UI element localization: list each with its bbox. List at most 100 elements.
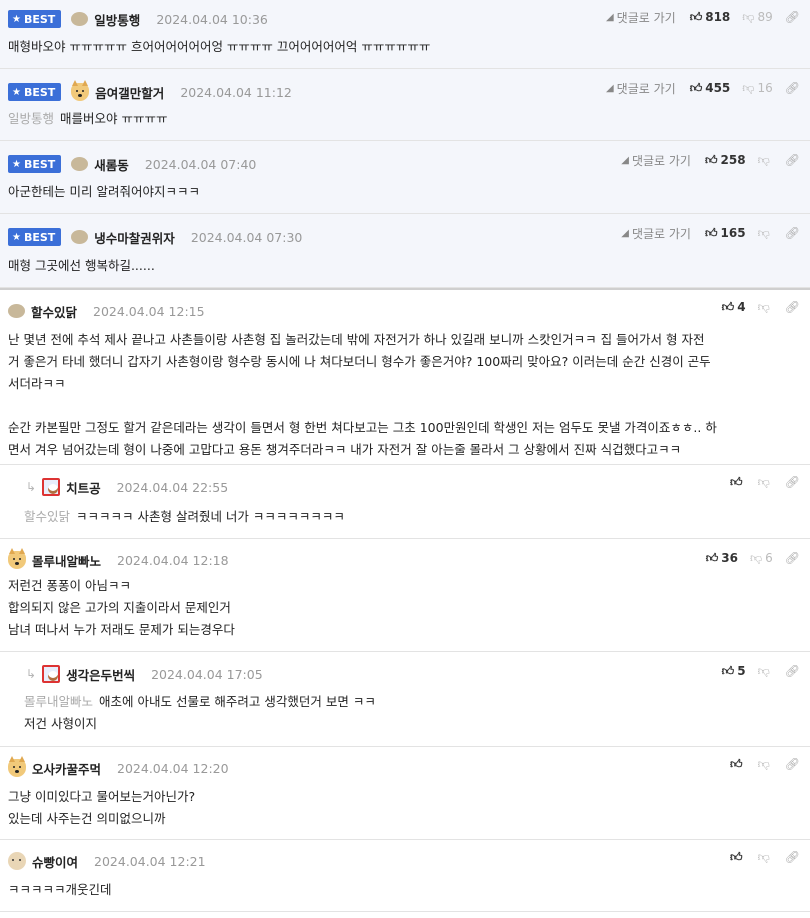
author-nick[interactable]: 새롬동 — [94, 155, 129, 174]
downvote-button[interactable]: 👎︎ 6 — [750, 551, 773, 566]
author-nick[interactable]: 치트공 — [66, 478, 101, 497]
comment-date: 2024.04.04 10:36 — [156, 11, 268, 27]
arrow-icon: ◢ — [605, 82, 614, 94]
downvote-button[interactable]: 👎︎ 16 — [742, 81, 772, 96]
avatar[interactable] — [42, 665, 61, 683]
avatar[interactable] — [42, 478, 61, 496]
comment-text: ㅋㅋㅋㅋㅋ개웃긴데 — [8, 882, 112, 897]
goto-comment-button[interactable]: ◢ 댓글로 가기 — [621, 152, 691, 169]
link-icon[interactable]: 🔗︎ — [785, 551, 800, 565]
avatar[interactable] — [71, 230, 89, 244]
comment-list: ★ BEST 일방통행 2024.04.04 10:36 ◢ 댓글로 가기 👍︎ 81… — [0, 0, 810, 912]
author-nick[interactable]: 냉수마찰권위자 — [94, 228, 175, 247]
comment-text: 그냥 이미있다고 물어보는거아닌가? — [8, 789, 196, 804]
author-nick[interactable]: 할수있닭 — [31, 302, 77, 321]
comment-text: 합의되지 않은 고가의 지출이라서 문제인거 — [8, 600, 231, 615]
link-icon[interactable]: 🔗︎ — [785, 153, 800, 167]
upvote-button[interactable]: 👍︎ — [730, 475, 746, 490]
thumbs-up-icon: 👍︎ — [704, 152, 718, 167]
comment-date: 2024.04.04 12:18 — [117, 552, 229, 568]
author-nick[interactable]: 생각은두번씩 — [66, 665, 135, 684]
thumbs-down-icon: 👎︎ — [757, 849, 770, 864]
link-icon[interactable]: 🔗︎ — [785, 664, 800, 678]
comment-text: 있는데 사주는건 의미없으니까 — [8, 811, 166, 826]
link-icon[interactable]: 🔗︎ — [785, 757, 800, 771]
avatar[interactable] — [71, 12, 89, 26]
comment-date: 2024.04.04 07:40 — [144, 156, 257, 172]
link-icon[interactable]: 🔗︎ — [785, 226, 800, 240]
reply-arrow-icon: ↳ — [26, 667, 37, 681]
upvote-button[interactable]: 👍︎ 4 — [722, 300, 746, 315]
avatar[interactable] — [71, 80, 90, 101]
comment-text: 저런건 퐁퐁이 아님ㅋㅋ — [8, 578, 131, 593]
comment-text: 매형 그곳에선 행복하길...... — [8, 258, 155, 273]
avatar[interactable] — [8, 756, 26, 777]
best-badge: ★ BEST — [8, 228, 62, 246]
author-nick[interactable]: 일방통행 — [94, 10, 140, 29]
goto-comment-button[interactable]: ◢ 댓글로 가기 — [621, 225, 691, 242]
link-icon[interactable]: 🔗︎ — [785, 10, 800, 24]
downvote-button[interactable]: 👎︎ — [758, 300, 773, 315]
author-nick[interactable]: 오사카꿀주먹 — [32, 759, 101, 778]
comment-text: 매형바오야 ㅠㅠㅠㅠㅠ 흐어어어어어어엉 ㅠㅠㅠㅠ 끄어어어어어억 ㅠㅠㅠㅠㅠㅠ — [8, 39, 431, 54]
comment-text: 순간 카본필만 그정도 할거 같은데라는 생각이 들면서 형 한번 쳐다보고는 … — [8, 420, 717, 435]
link-icon[interactable]: 🔗︎ — [785, 475, 800, 489]
downvote-button[interactable]: 👎︎ — [758, 664, 773, 679]
link-icon[interactable]: 🔗︎ — [785, 81, 800, 95]
comment-text: 면서 겨우 넘어갔는데 형이 나중에 고맙다고 용돈 챙겨주더라ㅋㅋ 내가 자전… — [8, 442, 682, 457]
thumbs-down-icon: 👎︎ — [757, 663, 770, 678]
avatar[interactable] — [8, 852, 26, 870]
downvote-button[interactable]: 👎︎ — [758, 475, 773, 490]
comment-item: 오사카꿀주먹 2024.04.04 12:20 👍︎ 👎︎ 🔗︎ 그냥 이미있다… — [0, 747, 810, 840]
reply-mention[interactable]: 몰루내알빠노 — [24, 694, 93, 709]
comment-date: 2024.04.04 11:12 — [180, 84, 292, 100]
thumbs-down-icon: 👎︎ — [757, 152, 770, 167]
comment-text: 난 몇년 전에 추석 제사 끝나고 사촌들이랑 사촌형 집 놀러갔는데 밖에 자… — [8, 332, 705, 347]
comment-item: ↳ 생각은두번씩 2024.04.04 17:05 👍︎ 5 👎︎ 🔗︎ 몰루내알… — [0, 652, 810, 747]
upvote-button[interactable]: 👍︎ — [730, 850, 746, 865]
goto-comment-button[interactable]: ◢ 댓글로 가기 — [606, 9, 676, 26]
comment-item: ★ BEST 냉수마찰권위자 2024.04.04 07:30 ◢ 댓글로 가기 👍… — [0, 214, 810, 288]
comment-text: 애초에 아내도 선물로 해주려고 생각했던거 보면 ㅋㅋ — [99, 694, 376, 709]
avatar[interactable] — [8, 548, 26, 569]
thumbs-down-icon: 👎︎ — [757, 299, 770, 314]
author-nick[interactable]: 몰루내알빠노 — [32, 551, 101, 570]
avatar[interactable] — [71, 157, 89, 171]
arrow-icon: ◢ — [605, 11, 614, 23]
comment-text: 저건 사형이지 — [24, 716, 97, 731]
thumbs-down-icon: 👎︎ — [742, 9, 755, 24]
avatar[interactable] — [8, 304, 25, 318]
upvote-button[interactable]: 👍︎ 36 — [706, 551, 738, 566]
thumbs-up-icon: 👍︎ — [721, 663, 735, 678]
link-icon[interactable]: 🔗︎ — [785, 300, 800, 314]
author-nick[interactable]: 슈빵이여 — [32, 852, 78, 871]
comment-item: 몰루내알빠노 2024.04.04 12:18 👍︎ 36 👎︎ 6 🔗︎ 저런건 … — [0, 539, 810, 652]
best-badge: ★ BEST — [8, 155, 62, 173]
downvote-button[interactable]: 👎︎ — [758, 226, 773, 241]
thumbs-up-icon: 👍︎ — [704, 225, 718, 240]
thumbs-down-icon: 👎︎ — [749, 550, 763, 565]
upvote-button[interactable]: 👍︎ 455 — [690, 81, 731, 96]
comment-text: 매를버오야 ㅠㅠㅠㅠ — [60, 111, 168, 126]
upvote-button[interactable]: 👍︎ 165 — [705, 226, 746, 241]
upvote-button[interactable]: 👍︎ 5 — [722, 664, 746, 679]
comment-item: ★ BEST 새롬동 2024.04.04 07:40 ◢ 댓글로 가기 👍︎ 258… — [0, 141, 810, 214]
upvote-button[interactable]: 👍︎ 258 — [705, 153, 746, 168]
downvote-button[interactable]: 👎︎ — [758, 850, 773, 865]
comment-date: 2024.04.04 22:55 — [116, 479, 229, 495]
star-icon: ★ — [12, 231, 21, 243]
goto-comment-button[interactable]: ◢ 댓글로 가기 — [606, 80, 676, 97]
comment-date: 2024.04.04 12:20 — [117, 760, 229, 776]
author-nick[interactable]: 음여갤만할거 — [95, 83, 164, 102]
star-icon: ★ — [12, 13, 21, 25]
upvote-button[interactable]: 👍︎ — [730, 757, 746, 772]
reply-mention[interactable]: 할수있닭 — [24, 509, 70, 524]
arrow-icon: ◢ — [621, 227, 629, 239]
link-icon[interactable]: 🔗︎ — [785, 850, 800, 864]
downvote-button[interactable]: 👎︎ — [758, 153, 773, 168]
star-icon: ★ — [12, 86, 21, 98]
upvote-button[interactable]: 👍︎ 818 — [690, 10, 731, 25]
reply-mention[interactable]: 일방통행 — [8, 111, 54, 126]
downvote-button[interactable]: 👎︎ — [758, 757, 773, 772]
downvote-button[interactable]: 👎︎ 89 — [742, 10, 772, 25]
